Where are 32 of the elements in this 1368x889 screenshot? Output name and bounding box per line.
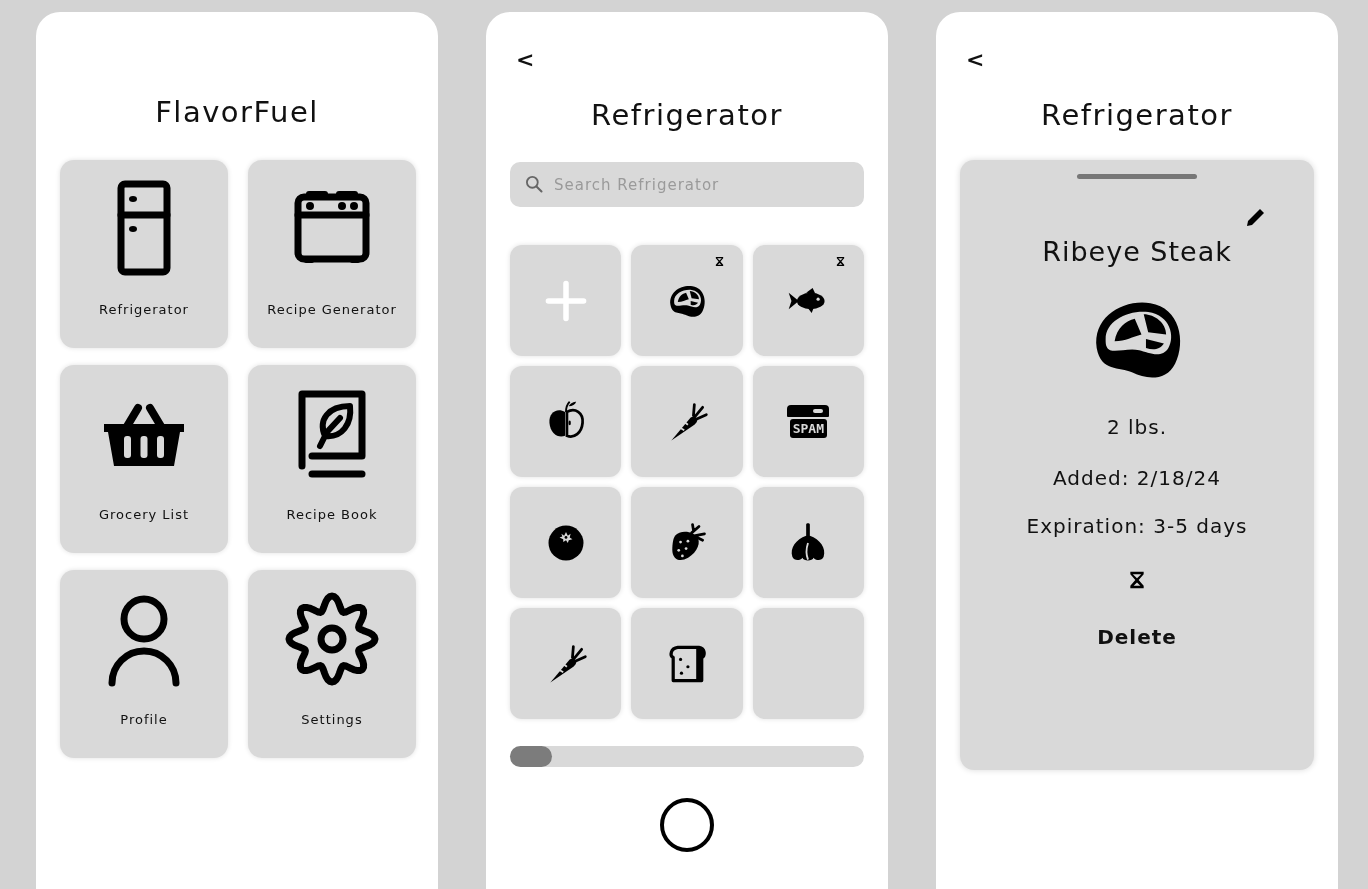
expiration-text: Expiration: 3-5 days	[1026, 513, 1248, 539]
item-amount: 2 lbs.	[1106, 415, 1168, 439]
food-tile[interactable]	[752, 245, 864, 356]
screen-title: Refrigerator	[591, 97, 783, 134]
food-tile[interactable]	[631, 487, 743, 598]
added-date: Added: 2/18/24	[1053, 465, 1221, 491]
item-name: Ribeye Steak	[1042, 235, 1232, 269]
delete-button[interactable]: Delete	[1097, 625, 1177, 649]
food-tile[interactable]	[510, 608, 622, 719]
food-tile[interactable]	[752, 487, 864, 598]
menu-tile[interactable]: Settings	[248, 570, 416, 758]
back-button[interactable]: <	[966, 48, 985, 72]
back-button[interactable]: <	[516, 48, 535, 72]
food-tile[interactable]	[631, 366, 743, 477]
menu-tile[interactable]: Grocery List	[60, 365, 228, 553]
menu-tile[interactable]: Refrigerator	[60, 160, 228, 348]
screen-title: Refrigerator	[1041, 97, 1233, 134]
food-tile[interactable]	[631, 608, 743, 719]
food-tile[interactable]	[510, 366, 622, 477]
search-field[interactable]: Search Refrigerator	[510, 162, 864, 207]
plus-icon	[543, 278, 588, 323]
food-tile[interactable]	[510, 487, 622, 598]
home-button[interactable]	[660, 798, 714, 852]
menu-tile[interactable]: Recipe Book	[248, 365, 416, 553]
menu-tile[interactable]: Profile	[60, 570, 228, 758]
search-icon	[524, 174, 544, 194]
menu-tile[interactable]: Recipe Generator	[248, 160, 416, 348]
app-title: FlavorFuel	[155, 94, 319, 131]
scrollbar[interactable]	[510, 746, 864, 767]
food-tile[interactable]: SPAM	[752, 366, 864, 477]
food-tile[interactable]	[631, 245, 743, 356]
drag-handle[interactable]	[1077, 174, 1197, 179]
